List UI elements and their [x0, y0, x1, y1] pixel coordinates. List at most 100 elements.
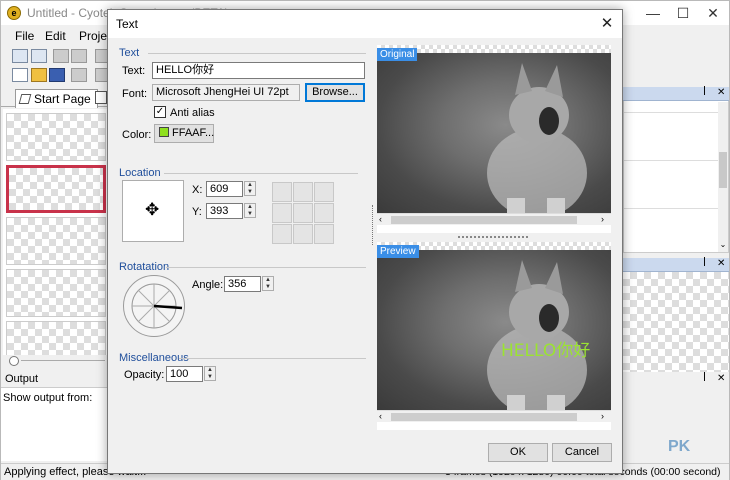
frame-thumbnail-selected[interactable]: [6, 165, 106, 213]
tab-label: Start Page: [34, 92, 91, 106]
frame-thumbnail[interactable]: [6, 321, 106, 359]
dialog-title-bar: Text ✕: [108, 10, 622, 38]
output-title: Output: [5, 373, 39, 385]
scroll-thumb[interactable]: [391, 216, 577, 224]
pin-icon[interactable]: ꟾ: [703, 373, 706, 384]
frame-list: [3, 109, 107, 359]
watermark-logo: PK: [668, 438, 691, 455]
panel-divider: [624, 160, 718, 161]
angle-spinner[interactable]: ▲ ▼: [262, 276, 274, 291]
print-icon[interactable]: [71, 68, 87, 82]
frame-thumbnail[interactable]: [6, 217, 106, 265]
toolbar-icon[interactable]: [53, 49, 69, 63]
angle-label: Angle:: [192, 279, 224, 291]
spin-up-icon[interactable]: ▲: [245, 182, 255, 189]
cancel-button[interactable]: Cancel: [552, 443, 612, 462]
close-icon[interactable]: ✕: [717, 373, 725, 384]
anchor-middle-left[interactable]: [272, 203, 292, 223]
spin-up-icon[interactable]: ▲: [245, 204, 255, 211]
frame-thumbnail[interactable]: [6, 113, 106, 161]
text-label: Text:: [122, 65, 146, 77]
spin-down-icon[interactable]: ▼: [245, 189, 255, 196]
preview-image: HELLO你好: [377, 250, 611, 410]
ok-button[interactable]: OK: [488, 443, 548, 462]
anchor-middle-center[interactable]: [293, 203, 313, 223]
scroll-thumb[interactable]: [719, 152, 727, 188]
angle-input[interactable]: 356: [224, 276, 261, 292]
angle-dial[interactable]: [123, 275, 185, 337]
output-source-label: Show output from:: [3, 392, 93, 404]
slider-handle[interactable]: [9, 356, 19, 366]
opacity-input[interactable]: 100: [166, 366, 203, 382]
y-input[interactable]: 393: [206, 203, 243, 219]
section-location: Location: [119, 167, 161, 179]
save-icon[interactable]: [49, 68, 65, 82]
toolbar-icon[interactable]: [71, 49, 87, 63]
spin-up-icon[interactable]: ▲: [263, 277, 273, 284]
font-field: Microsoft JhengHei UI 72pt: [152, 84, 300, 101]
chevron-left-icon[interactable]: ‹: [379, 411, 382, 421]
x-label: X:: [192, 184, 203, 196]
color-label: Color:: [122, 129, 152, 141]
chevron-right-icon[interactable]: ›: [601, 214, 604, 224]
spin-down-icon[interactable]: ▼: [263, 284, 273, 291]
menu-project[interactable]: Proje: [79, 29, 107, 43]
panel-scrollbar[interactable]: ⌄: [718, 102, 728, 252]
anchor-top-right[interactable]: [314, 182, 334, 202]
x-input[interactable]: 609: [206, 181, 243, 197]
anchor-middle-right[interactable]: [314, 203, 334, 223]
color-button[interactable]: FFAAF...: [154, 124, 214, 143]
pin-icon[interactable]: ꟾ: [703, 258, 706, 269]
pin-icon[interactable]: ꟾ: [703, 87, 706, 98]
close-icon[interactable]: ✕: [698, 3, 728, 23]
app-icon: e: [7, 6, 21, 20]
text-input[interactable]: HELLO你好: [152, 62, 365, 79]
close-icon[interactable]: ✕: [717, 258, 725, 269]
chevron-down-icon[interactable]: ⌄: [718, 240, 728, 249]
chevron-left-icon[interactable]: ‹: [379, 214, 382, 224]
maximize-icon[interactable]: ☐: [668, 3, 698, 23]
original-panel: ‹ › Original: [377, 45, 611, 233]
menu-file[interactable]: File: [15, 29, 34, 43]
anchor-top-left[interactable]: [272, 182, 292, 202]
location-drag-area[interactable]: ✥: [122, 180, 184, 242]
preview-label: Preview: [377, 245, 419, 258]
opacity-spinner[interactable]: ▲ ▼: [204, 366, 216, 381]
anchor-top-center[interactable]: [293, 182, 313, 202]
menu-bar: File Edit Proje: [1, 27, 109, 45]
anchor-bottom-right[interactable]: [314, 224, 334, 244]
document-tab-icon[interactable]: [95, 91, 107, 104]
original-scrollbar[interactable]: ‹ ›: [377, 213, 611, 225]
minimize-icon[interactable]: —: [638, 3, 668, 23]
close-icon[interactable]: ✕: [596, 13, 618, 35]
canvas-preview: [623, 272, 729, 372]
output-panel-header-right: ꟾ ✕: [623, 373, 729, 387]
antialias-checkbox[interactable]: ✓: [154, 106, 166, 118]
tab-start-page[interactable]: Start Page: [15, 89, 98, 108]
frame-thumbnail[interactable]: [6, 269, 106, 317]
toolbar-icon[interactable]: [12, 49, 28, 63]
x-spinner[interactable]: ▲ ▼: [244, 181, 256, 196]
toolbar-icon[interactable]: [31, 49, 47, 63]
y-spinner[interactable]: ▲ ▼: [244, 203, 256, 218]
open-folder-icon[interactable]: [31, 68, 47, 82]
chevron-right-icon[interactable]: ›: [601, 411, 604, 421]
section-rotation: Rotatation: [119, 261, 170, 273]
new-file-icon[interactable]: [12, 68, 28, 82]
spin-down-icon[interactable]: ▼: [205, 374, 215, 381]
panel-header: ꟾ ✕: [623, 87, 729, 101]
preview-scrollbar[interactable]: ‹ ›: [377, 410, 611, 422]
panel-splitter[interactable]: [372, 205, 374, 245]
close-icon[interactable]: ✕: [717, 87, 725, 98]
scroll-thumb[interactable]: [391, 413, 577, 421]
page-icon: [18, 94, 32, 104]
section-divider: [164, 173, 358, 174]
anchor-bottom-center[interactable]: [293, 224, 313, 244]
browse-button[interactable]: Browse...: [305, 83, 365, 102]
spin-down-icon[interactable]: ▼: [245, 211, 255, 218]
menu-edit[interactable]: Edit: [45, 29, 66, 43]
anchor-bottom-left[interactable]: [272, 224, 292, 244]
preview-splitter[interactable]: [458, 236, 528, 238]
spin-up-icon[interactable]: ▲: [205, 367, 215, 374]
frame-zoom-slider[interactable]: [3, 355, 107, 367]
